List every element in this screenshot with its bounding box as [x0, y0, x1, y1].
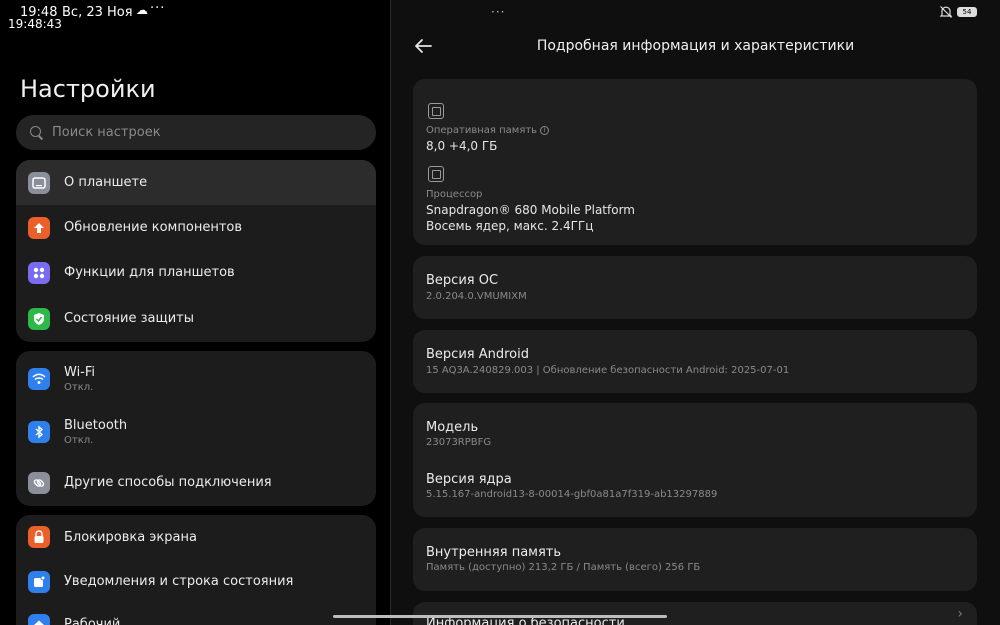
- sidebar-item-label: Обновление компонентов: [64, 220, 243, 235]
- sidebar-item-label: Другие способы подключения: [64, 475, 272, 490]
- storage-label: Внутренняя память: [426, 545, 562, 560]
- os-version-card[interactable]: Версия ОС 2.0.204.0.VMUMIXM: [413, 256, 977, 319]
- wifi-icon: [28, 368, 50, 390]
- sidebar-item-bluetooth[interactable]: Bluetooth Откл.: [16, 405, 376, 459]
- search-icon: [30, 125, 44, 140]
- android-version-card[interactable]: Версия Android 15 AQ3A.240829.003 | Обно…: [413, 330, 977, 393]
- bell-muted-icon: [939, 6, 953, 18]
- sidebar-item-security-status[interactable]: Состояние защиты: [16, 295, 376, 342]
- model-label: Модель: [426, 420, 479, 435]
- security-info-card[interactable]: Информация о безопасности ›: [413, 602, 977, 625]
- sidebar-item-about-tablet[interactable]: О планшете: [16, 160, 376, 205]
- bluetooth-status: Откл.: [64, 435, 94, 446]
- sidebar-item-label: О планшете: [64, 175, 148, 190]
- sidebar-item-label: Wi-Fi: [64, 365, 96, 380]
- page-title: Настройки: [20, 75, 156, 103]
- ram-label: Оперативная память i: [426, 125, 550, 136]
- memory-chip-icon: [428, 103, 444, 119]
- cpu-value: Snapdragon® 680 Mobile Platform: [426, 203, 635, 217]
- cloud-icon: ☁: [136, 3, 148, 17]
- storage-value: Память (доступно) 213,2 ГБ / Память (все…: [426, 562, 701, 573]
- model-kernel-card: Модель 23073RPBFG Версия ядра 5.15.167-a…: [413, 403, 977, 517]
- model-value: 23073RPBFG: [426, 437, 492, 448]
- settings-group-system: Блокировка экрана Уведомления и строка с…: [16, 515, 376, 625]
- android-version-value: 15 AQ3A.240829.003 | Обновление безопасн…: [426, 365, 790, 376]
- gesture-home-bar[interactable]: [333, 615, 667, 618]
- storage-card[interactable]: Внутренняя память Память (доступно) 213,…: [413, 528, 977, 591]
- status-more-dots: ···: [150, 1, 166, 16]
- hardware-card: Оперативная память i 8,0 +4,0 ГБ Процессо…: [413, 79, 977, 245]
- sidebar-item-other-connections[interactable]: Другие способы подключения: [16, 459, 376, 506]
- tablet-icon: [28, 171, 50, 194]
- ram-label-text: Оперативная память: [426, 125, 538, 136]
- info-icon[interactable]: i: [540, 125, 550, 135]
- os-version-label: Версия ОС: [426, 273, 499, 288]
- chevron-right-icon: ›: [957, 606, 963, 622]
- sidebar-item-label: Функции для планшетов: [64, 265, 235, 280]
- notification-icon: [28, 570, 50, 593]
- settings-group-device: О планшете Обновление компонентов Функци…: [16, 160, 376, 342]
- upload-arrow-icon: [28, 216, 50, 239]
- shield-check-icon: [28, 307, 50, 330]
- android-version-label: Версия Android: [426, 347, 529, 362]
- sidebar-item-wifi[interactable]: Wi-Fi Откл.: [16, 351, 376, 405]
- sidebar-item-desktop[interactable]: Рабочий: [16, 604, 376, 625]
- link-icon: [28, 471, 50, 494]
- detail-pane: ··· 54 Подробная информация и характерис…: [391, 0, 1000, 625]
- detail-page-title: Подробная информация и характеристики: [536, 38, 855, 54]
- settings-pane: 19:48 Вс, 23 Ноя ☁ ··· 19:48:43 Настройк…: [0, 0, 390, 625]
- search-bar[interactable]: [16, 115, 376, 150]
- sidebar-item-tablet-features[interactable]: Функции для планшетов: [16, 250, 376, 295]
- grid-icon: [28, 261, 50, 284]
- kernel-label: Версия ядра: [426, 472, 512, 487]
- sidebar-item-label: Рабочий: [64, 617, 121, 625]
- sidebar-item-component-update[interactable]: Обновление компонентов: [16, 205, 376, 250]
- ram-value: 8,0 +4,0 ГБ: [426, 139, 498, 153]
- settings-group-connections: Wi-Fi Откл. Bluetooth Откл. Другие спосо…: [16, 351, 376, 506]
- sidebar-item-lock-screen[interactable]: Блокировка экрана: [16, 515, 376, 559]
- status-date: Вс, 23 Ноя: [62, 5, 133, 20]
- sidebar-item-label: Блокировка экрана: [64, 529, 197, 545]
- status-seconds-clock: 19:48:43: [8, 17, 62, 31]
- bluetooth-icon: [28, 421, 50, 443]
- sidebar-item-label: Состояние защиты: [64, 311, 195, 326]
- os-version-value: 2.0.204.0.VMUMIXM: [426, 291, 527, 302]
- sidebar-item-notifications[interactable]: Уведомления и строка состояния: [16, 559, 376, 604]
- search-input[interactable]: [52, 125, 352, 140]
- kernel-value: 5.15.167-android13-8-00014-gbf0a81a7f319…: [426, 489, 718, 500]
- processor-chip-icon: [428, 166, 444, 182]
- sidebar-item-label: Уведомления и строка состояния: [64, 574, 294, 589]
- cpu-label: Процессор: [426, 189, 483, 200]
- home-icon: [28, 613, 50, 625]
- multitask-dots[interactable]: ···: [491, 5, 505, 19]
- lock-icon: [28, 526, 50, 548]
- sidebar-item-label: Bluetooth: [64, 418, 128, 433]
- wifi-status: Откл.: [64, 382, 94, 393]
- battery-indicator: 54: [957, 7, 977, 17]
- cpu-detail: Восемь ядер, макс. 2.4ГГц: [426, 219, 594, 233]
